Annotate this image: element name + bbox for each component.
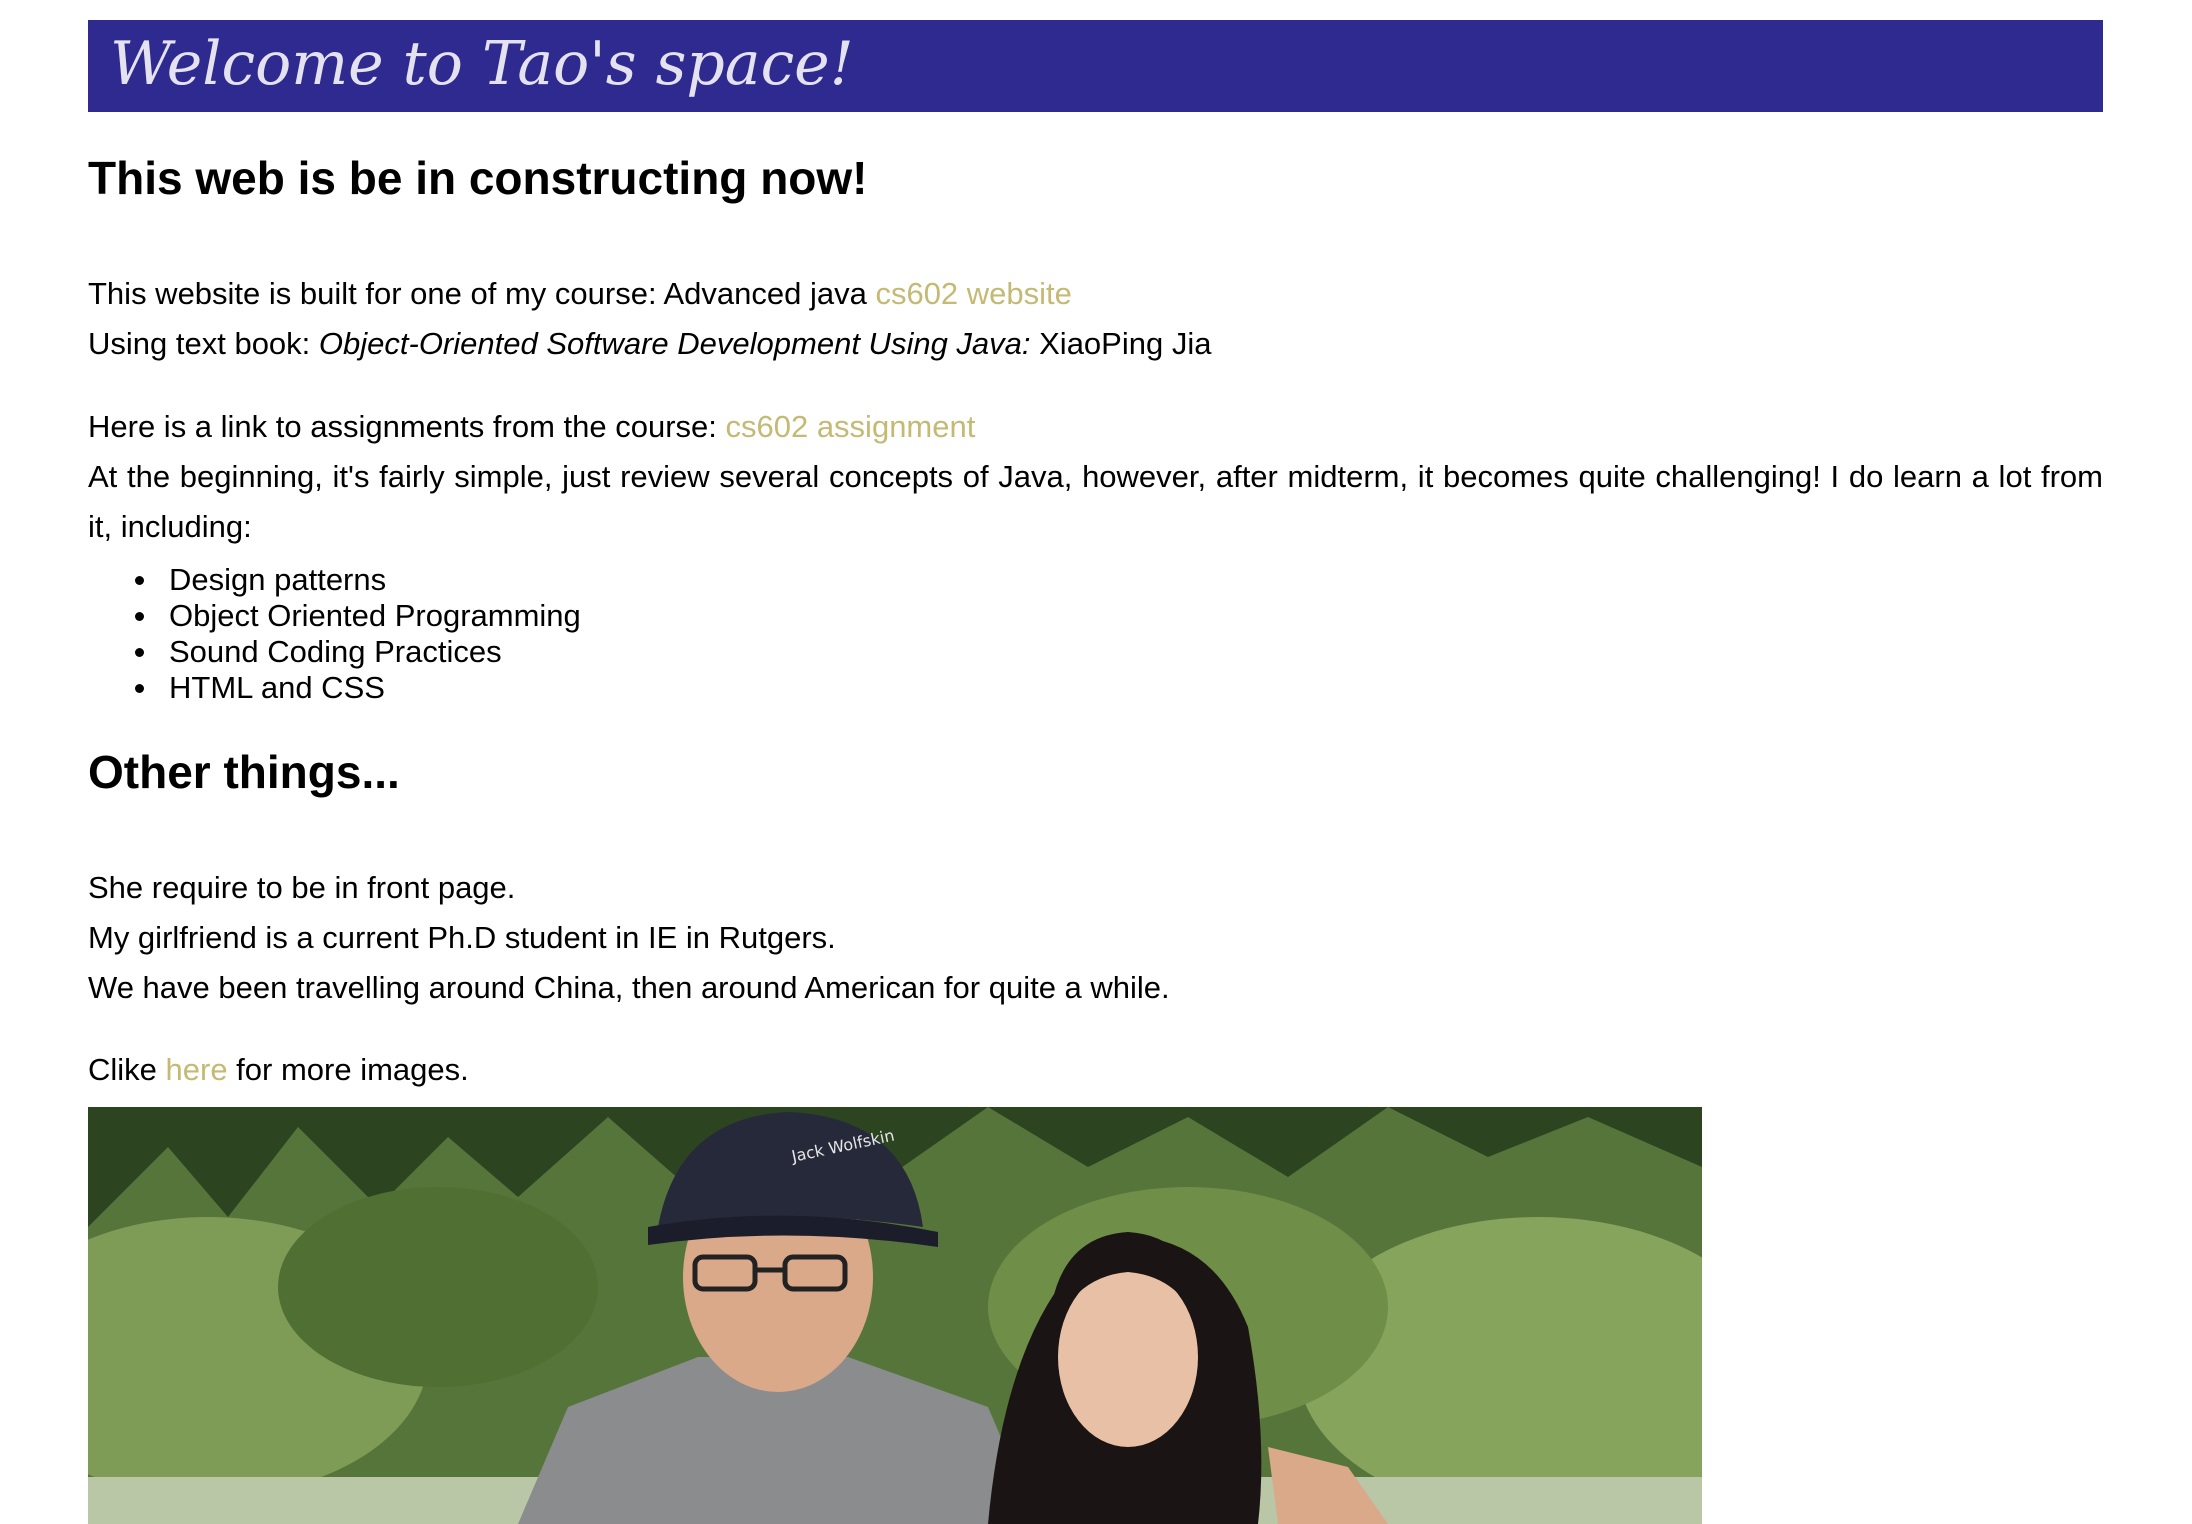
header-banner: Welcome to Tao's space! [88,20,2103,112]
list-item: Sound Coding Practices [88,634,581,670]
course-line: This website is built for one of my cour… [88,269,1072,319]
assignment-line-text: Here is a link to assignments from the c… [88,409,726,444]
girlfriend-line: My girlfriend is a current Ph.D student … [88,920,836,955]
skill-label: Sound Coding Practices [169,634,502,669]
cs602-website-link[interactable]: cs602 website [875,276,1071,311]
bullet-icon [135,684,144,693]
textbook-author: XiaoPing Jia [1030,326,1212,361]
other-things-heading: Other things... [88,746,400,798]
couple-photo: Jack Wolfskin [88,1107,1702,1524]
textbook-title: Object-Oriented Software Development Usi… [318,326,1031,361]
bullet-icon [135,612,144,621]
bullet-icon [135,648,144,657]
travel-line: We have been travelling around China, th… [88,970,1170,1005]
course-line-text: This website is built for one of my cour… [88,276,876,311]
skill-label: HTML and CSS [169,670,385,705]
bullet-icon [135,576,144,585]
more-images-line: Clike here for more images. [88,1045,469,1095]
course-description: At the beginning, it's fairly simple, ju… [88,459,2103,544]
front-page-line: She require to be in front page. [88,870,516,905]
assignment-line: Here is a link to assignments from the c… [88,402,975,452]
more-images-prefix: Clike [88,1052,166,1087]
list-item: Design patterns [88,562,581,598]
textbook-line: Using text book: Object-Oriented Softwar… [88,319,1211,369]
skills-list: Design patterns Object Oriented Programm… [88,562,581,706]
more-images-link[interactable]: here [166,1052,228,1087]
skill-label: Design patterns [169,562,387,597]
more-images-suffix: for more images. [227,1052,469,1087]
cs602-assignment-link[interactable]: cs602 assignment [725,409,975,444]
site-title: Welcome to Tao's space! [110,29,854,99]
construction-heading: This web is be in constructing now! [88,152,868,204]
textbook-prefix: Using text book: [88,326,319,361]
list-item: HTML and CSS [88,670,581,706]
couple-photo-drawing: Jack Wolfskin [88,1107,1702,1524]
list-item: Object Oriented Programming [88,598,581,634]
skill-label: Object Oriented Programming [169,598,581,633]
